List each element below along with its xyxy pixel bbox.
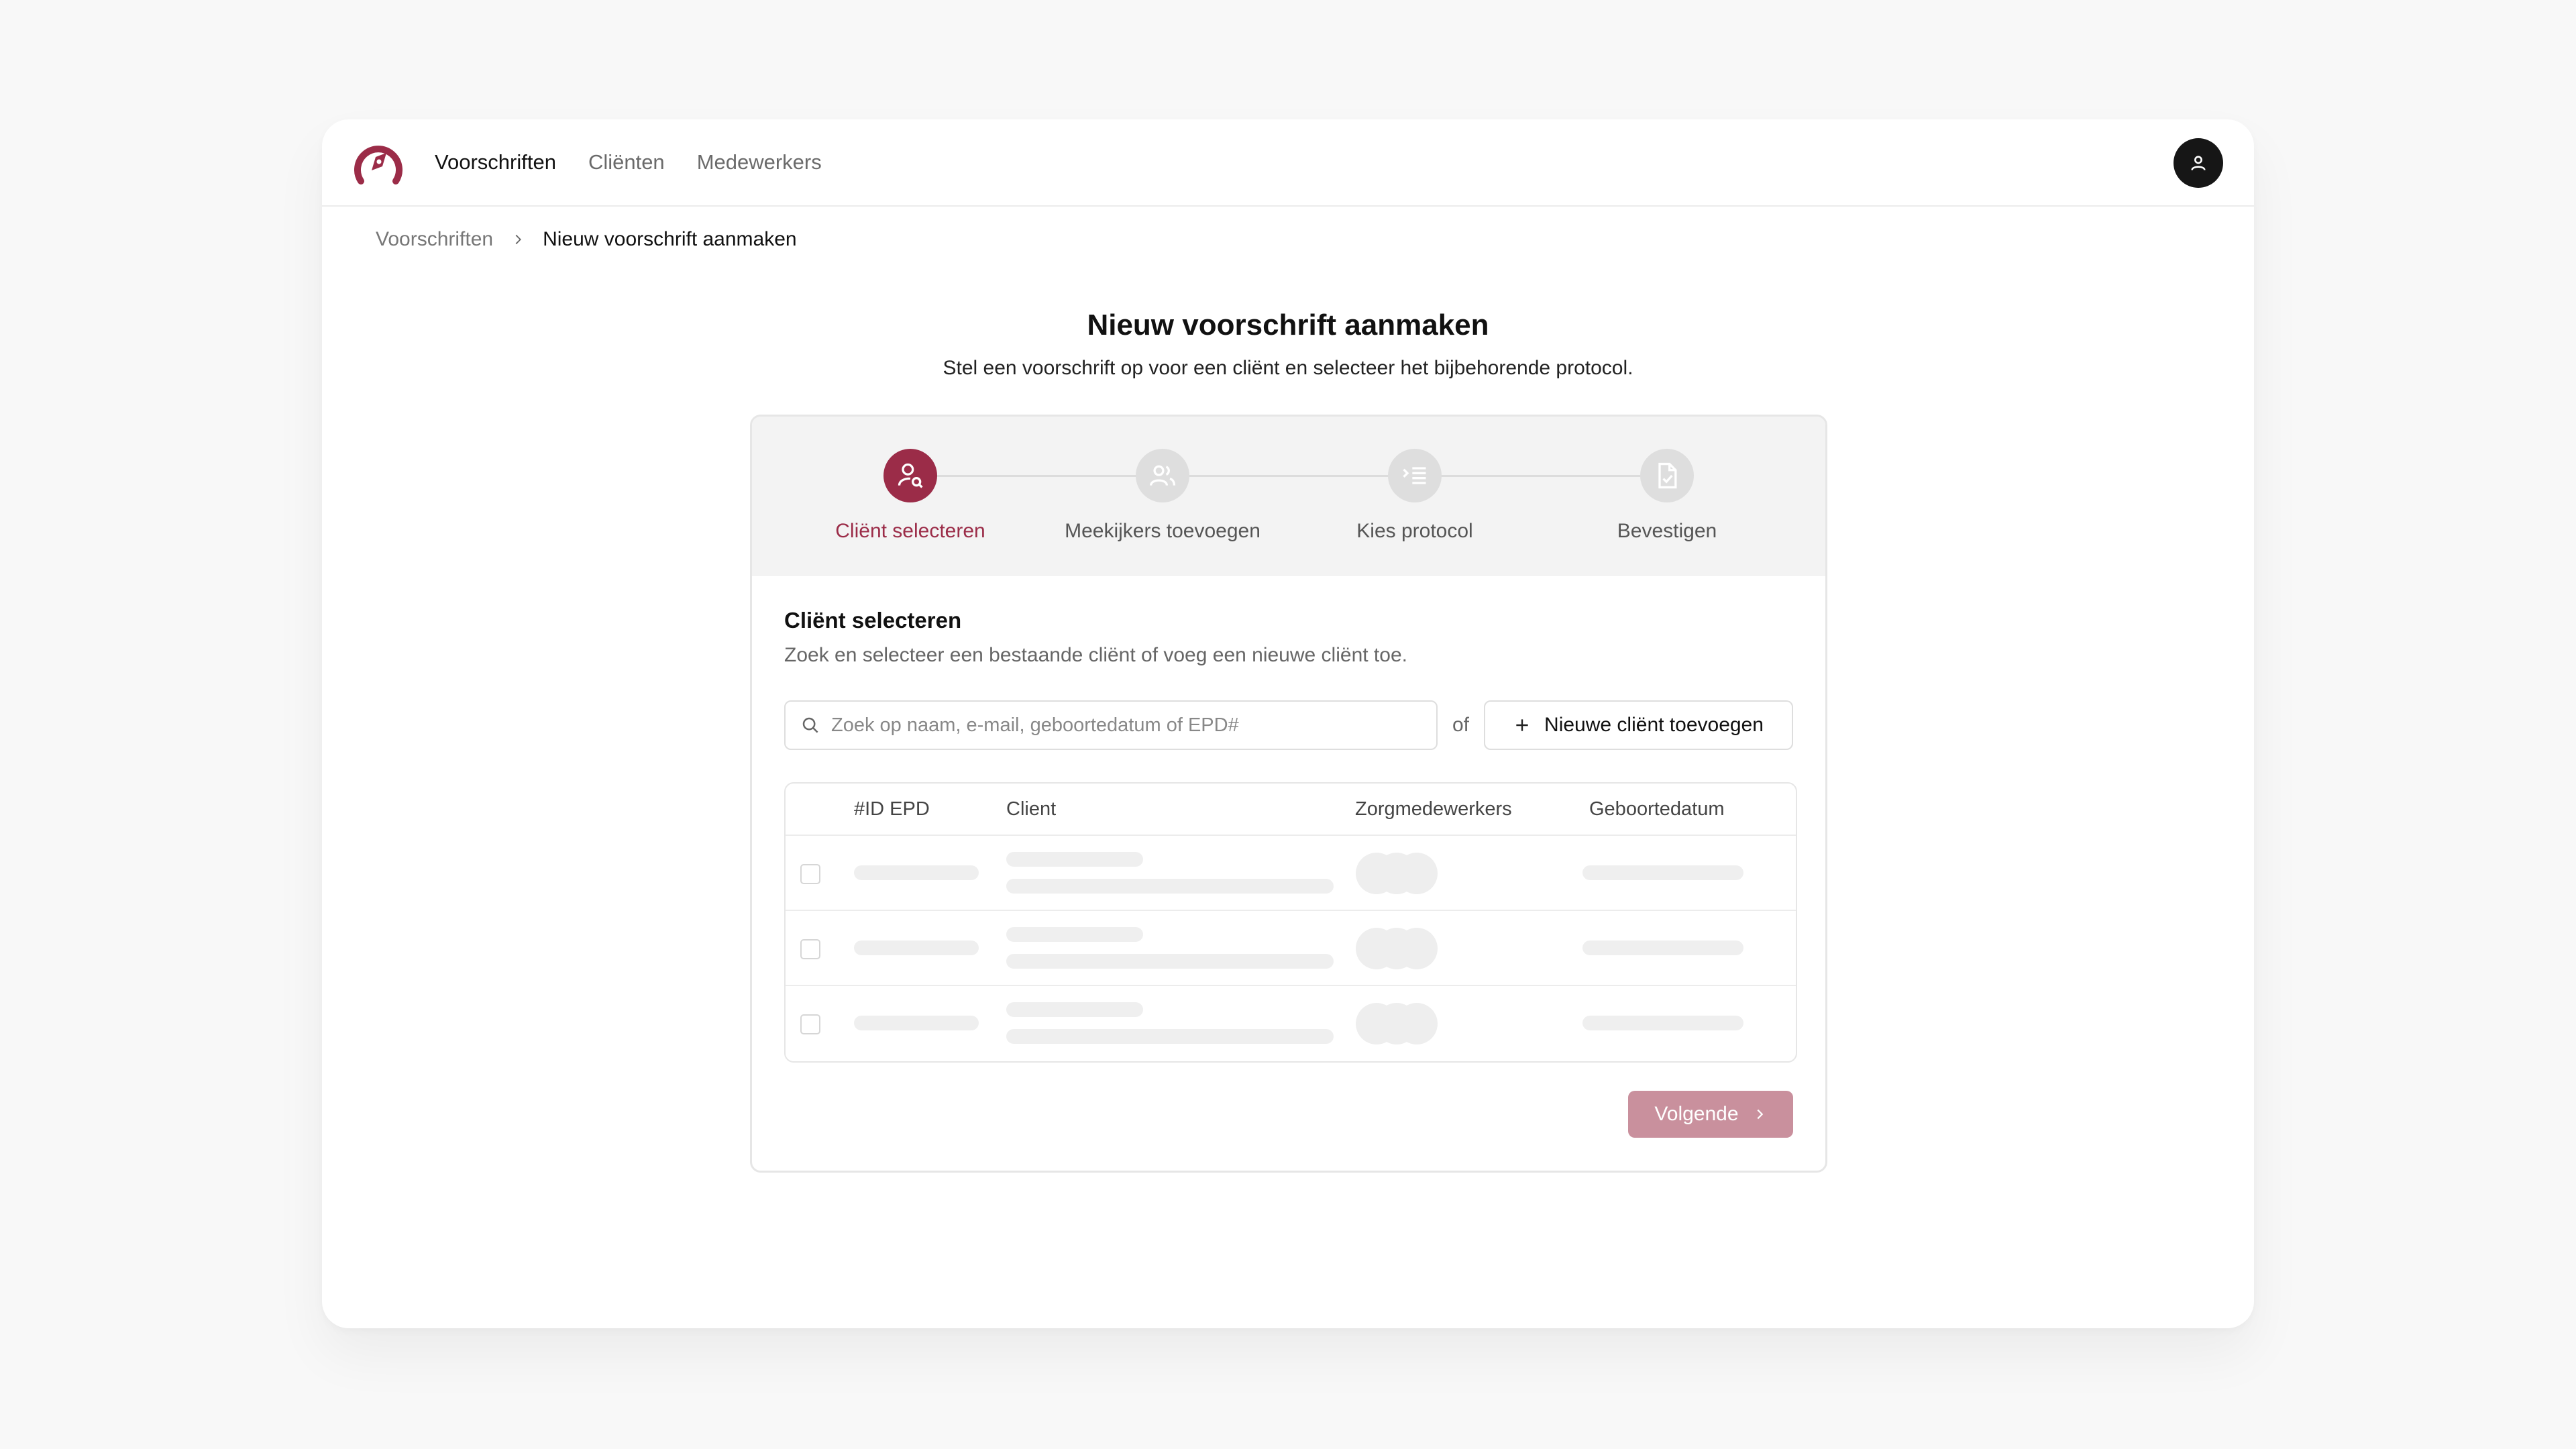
breadcrumb-voorschriften[interactable]: Voorschriften	[376, 228, 493, 251]
skeleton-id	[854, 941, 979, 955]
skeleton-client-name	[1006, 852, 1143, 867]
wizard-card: Cliënt selecteren Meekijkers toevoegen K…	[750, 415, 1827, 1173]
search-row: of Nieuwe cliënt toevoegen	[784, 700, 1793, 750]
table-header: #ID EPD Client Zorgmedewerkers Geboorted…	[786, 784, 1796, 836]
skeleton-avatar	[1396, 1003, 1438, 1044]
row-checkbox[interactable]	[800, 864, 820, 884]
or-label: of	[1452, 714, 1469, 736]
skeleton-client-name	[1006, 927, 1143, 942]
next-button[interactable]: Volgende	[1628, 1091, 1793, 1138]
stepper-line	[910, 475, 1667, 477]
skeleton-client-detail	[1006, 1029, 1334, 1044]
avatar[interactable]	[2174, 138, 2223, 188]
breadcrumb-current: Nieuw voorschrift aanmaken	[543, 228, 797, 250]
step-circle	[1136, 449, 1189, 502]
table-row[interactable]	[786, 986, 1796, 1061]
app-window: Voorschriften Cliënten Medewerkers Voors…	[322, 119, 2254, 1328]
step-circle	[883, 449, 937, 502]
page-title: Nieuw voorschrift aanmaken	[1087, 309, 1489, 341]
table-row[interactable]	[786, 911, 1796, 986]
main-nav: Voorschriften Cliënten Medewerkers	[435, 150, 822, 174]
stepper: Cliënt selecteren Meekijkers toevoegen K…	[752, 417, 1825, 576]
chevron-right-icon	[1757, 1109, 1763, 1120]
step-label: Kies protocol	[1356, 520, 1473, 542]
user-search-icon	[898, 463, 923, 488]
skeleton-client-name	[1006, 1002, 1143, 1017]
column-header-geboortedatum: Geboortedatum	[1589, 798, 1725, 820]
search-input[interactable]	[831, 714, 1435, 737]
step-meekijkers-toevoegen[interactable]: Meekijkers toevoegen	[1062, 449, 1263, 543]
row-checkbox[interactable]	[800, 939, 820, 959]
table-row[interactable]	[786, 836, 1796, 911]
skeleton-id	[854, 1016, 979, 1030]
search-box[interactable]	[784, 700, 1438, 750]
file-check-icon	[1658, 462, 1677, 489]
skeleton-birthdate	[1582, 1016, 1743, 1030]
skeleton-id	[854, 865, 979, 880]
step-label: Meekijkers toevoegen	[1065, 520, 1260, 542]
skeleton-birthdate	[1582, 941, 1743, 955]
nav-item-voorschriften[interactable]: Voorschriften	[435, 150, 556, 174]
step-circle	[1388, 449, 1442, 502]
top-navigation-bar: Voorschriften Cliënten Medewerkers	[322, 119, 2254, 207]
section-title: Cliënt selecteren	[784, 608, 962, 633]
client-table: #ID EPD Client Zorgmedewerkers Geboorted…	[784, 782, 1797, 1063]
nav-item-clienten[interactable]: Cliënten	[588, 150, 665, 174]
step-client-selecteren[interactable]: Cliënt selecteren	[810, 449, 1011, 543]
list-icon	[1403, 467, 1426, 484]
add-client-label: Nieuwe cliënt toevoegen	[1544, 714, 1764, 736]
step-circle	[1640, 449, 1694, 502]
column-header-id: #ID EPD	[854, 798, 930, 820]
step-label: Cliënt selecteren	[835, 520, 985, 542]
step-kies-protocol[interactable]: Kies protocol	[1314, 449, 1515, 543]
skeleton-avatar	[1396, 928, 1438, 969]
skeleton-client-detail	[1006, 954, 1334, 969]
step-bevestigen[interactable]: Bevestigen	[1566, 449, 1768, 543]
row-checkbox[interactable]	[800, 1014, 820, 1034]
logo-icon[interactable]	[353, 137, 404, 188]
column-header-zorgmedewerkers: Zorgmedewerkers	[1355, 798, 1512, 820]
breadcrumb: Voorschriften Nieuw voorschrift aanmaken	[376, 228, 797, 251]
nav-item-medewerkers[interactable]: Medewerkers	[697, 150, 822, 174]
step-label: Bevestigen	[1617, 520, 1717, 542]
plus-icon	[1516, 719, 1528, 731]
skeleton-birthdate	[1582, 865, 1743, 880]
next-label: Volgende	[1654, 1103, 1739, 1125]
page-subtitle: Stel een voorschrift op voor een cliënt …	[943, 357, 1633, 379]
skeleton-client-detail	[1006, 879, 1334, 894]
section-description: Zoek en selecteer een bestaande cliënt o…	[784, 644, 1407, 666]
search-icon	[802, 717, 818, 733]
users-icon	[1149, 465, 1176, 486]
chevron-right-icon	[515, 234, 522, 245]
column-header-client: Client	[1006, 798, 1057, 820]
user-icon	[2191, 156, 2206, 170]
client-select-section: Cliënt selecteren Zoek en selecteer een …	[784, 608, 1797, 1063]
add-client-button[interactable]: Nieuwe cliënt toevoegen	[1483, 700, 1793, 750]
skeleton-avatar	[1396, 853, 1438, 894]
